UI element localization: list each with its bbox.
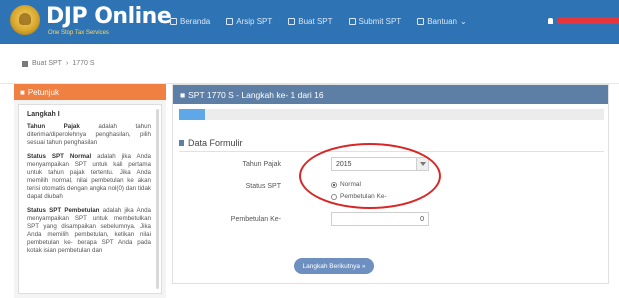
nav-item-label: Arsip SPT: [236, 17, 273, 26]
nav-item-label: Beranda: [180, 17, 211, 26]
instructions-heading: Langkah I: [27, 111, 60, 118]
instructions-paragraph: Status SPT Pembetulan adalah jika Anda m…: [27, 207, 151, 255]
step-progress-fill: [179, 109, 205, 120]
nav-item-submit-spt[interactable]: Submit SPT: [348, 17, 402, 26]
document-icon: [179, 140, 184, 146]
definition-text: adalah jika Anda menyampaikan SPT untuk …: [27, 207, 151, 254]
term-status-normal: Status SPT Normal: [27, 153, 92, 160]
section-title: Data Formulir: [179, 138, 243, 148]
instructions-panel: ■ Petunjuk Langkah I Tahun Pajak adalah …: [14, 84, 166, 298]
pembetulan-ke-label: Pembetulan Ke-: [230, 216, 281, 223]
breadcrumb-item-buat-spt[interactable]: Buat SPT: [32, 60, 62, 67]
breadcrumb: Buat SPT › 1770 S: [22, 60, 95, 67]
home-icon: [170, 18, 177, 25]
step-progress-bar: [179, 109, 604, 120]
user-name-redacted: [557, 17, 619, 24]
definition-text: adalah jika Anda menyampaikan SPT untuk …: [27, 153, 151, 200]
chevron-down-icon: ⌄: [460, 17, 467, 26]
home-icon[interactable]: [22, 60, 28, 67]
nav-item-label: Submit SPT: [358, 17, 402, 26]
breadcrumb-bar: Buat SPT › 1770 S: [0, 44, 619, 84]
nav-item-bantuan[interactable]: Bantuan ⌄: [417, 17, 467, 26]
instructions-paragraph: Tahun Pajak adalah tahun diterima/dipero…: [27, 123, 151, 147]
user-icon: [548, 17, 553, 24]
term-tahun-pajak: Tahun Pajak: [27, 123, 80, 130]
chevron-right-icon: ›: [65, 60, 69, 67]
pembetulan-ke-value: 0: [420, 216, 424, 223]
breadcrumb-item-1770s: 1770 S: [72, 60, 95, 67]
app-brand[interactable]: DJP Online: [46, 4, 172, 29]
instructions-body[interactable]: Langkah I Tahun Pajak adalah tahun diter…: [18, 104, 162, 294]
pembetulan-ke-input[interactable]: 0: [331, 212, 429, 226]
nav-item-label: Buat SPT: [298, 17, 333, 26]
help-icon: [417, 18, 425, 25]
next-step-button[interactable]: Langkah Berikutnya »: [294, 258, 374, 274]
archive-icon: [226, 18, 234, 25]
section-title-label: Data Formulir: [188, 138, 243, 148]
chevron-right-icon: »: [360, 262, 366, 270]
form-header: ■ SPT 1770 S - Langkah ke- 1 dari 16: [173, 85, 608, 104]
instructions-scrollbar[interactable]: [156, 109, 159, 289]
form-title: SPT 1770 S - Langkah ke- 1 dari 16: [188, 89, 324, 100]
nav-item-buat-spt[interactable]: Buat SPT: [288, 17, 333, 26]
app-tagline: One Stop Tax Services: [48, 30, 109, 36]
djp-logo-icon[interactable]: [10, 5, 40, 35]
top-navbar: DJP Online One Stop Tax Services Beranda…: [0, 0, 619, 44]
tahun-pajak-label: Tahun Pajak: [242, 161, 281, 168]
nav-menu: Beranda Arsip SPT Buat SPT Submit SPT Ba…: [170, 17, 467, 26]
highlight-circle-annotation: [299, 143, 441, 209]
send-icon: [348, 18, 356, 25]
instructions-title: Petunjuk: [27, 87, 59, 97]
nav-item-arsip-spt[interactable]: Arsip SPT: [226, 17, 272, 26]
term-status-pembetulan: Status SPT Pembetulan: [27, 207, 100, 214]
nav-item-label: Bantuan: [427, 17, 458, 26]
status-spt-label: Status SPT: [245, 183, 281, 190]
next-step-label: Langkah Berikutnya: [302, 262, 361, 270]
instructions-header: ■ Petunjuk: [14, 84, 166, 100]
edit-icon: [288, 18, 296, 25]
nav-item-beranda[interactable]: Beranda: [170, 17, 210, 26]
user-menu[interactable]: [548, 17, 619, 24]
form-icon: ■: [180, 89, 186, 100]
info-icon: ■: [20, 87, 25, 97]
instructions-paragraph: Status SPT Normal adalah jika Anda menya…: [27, 153, 151, 201]
